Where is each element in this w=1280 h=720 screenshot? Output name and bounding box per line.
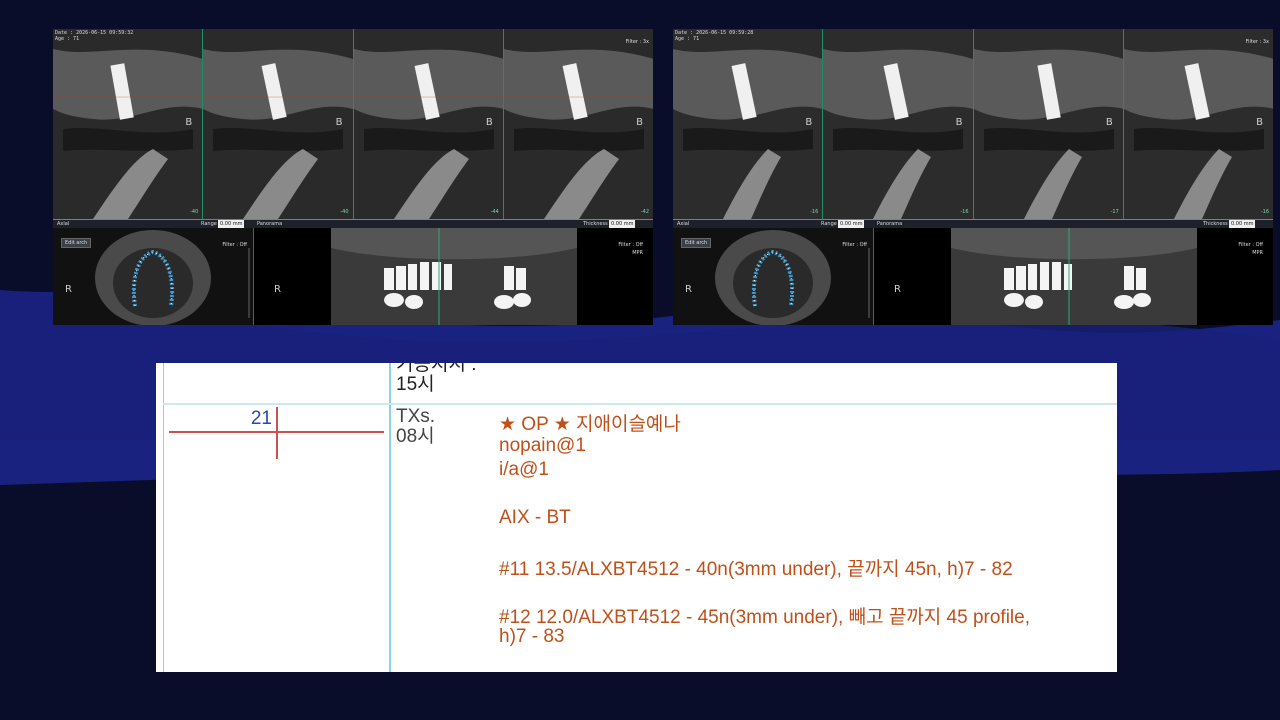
cross-section-slice[interactable]: B -17	[973, 29, 1124, 219]
treatment-label: TXs. 08시	[396, 406, 436, 447]
note-op-line: ★ OP ★ 지애이슬예나	[499, 414, 681, 435]
filter-off-label: Filter : Off	[222, 242, 247, 248]
cross-section-slice[interactable]: B -40	[203, 29, 354, 219]
right-side-label: R	[65, 284, 72, 295]
slice-number: -16	[960, 209, 969, 215]
slice-number: -44	[490, 209, 499, 215]
note-line: #12 12.0/ALXBT4512 - 45n(3mm under), 빼고 …	[499, 607, 1030, 628]
cross-sectional-row: Date : 2026-06-15 09:59:28 Age : 71 B -16…	[673, 29, 1273, 219]
range-input[interactable]: 0.00 mm	[218, 220, 245, 228]
axial-label: Axial	[57, 221, 70, 227]
cbct-viewer-right[interactable]: Date : 2026-06-15 09:59:28 Age : 71 B -16…	[673, 29, 1273, 325]
panorama-view[interactable]: R Filter : Off MPR	[254, 228, 653, 325]
cross-section-slice[interactable]: B -44	[353, 29, 504, 219]
slice-number: -42	[640, 209, 649, 215]
slice-number: -16	[810, 209, 819, 215]
row-divider	[163, 403, 1117, 405]
thickness-input[interactable]: 0.00 mm	[609, 220, 636, 228]
note-line: AIX - BT	[499, 507, 571, 528]
range-label: Range	[821, 221, 837, 227]
note-line: nopain@1	[499, 435, 586, 456]
right-side-label: R	[274, 284, 281, 295]
previous-entry: 기공지시 : 15시	[396, 363, 477, 395]
slice-number: -40	[340, 209, 349, 215]
buccal-label: B	[335, 117, 343, 128]
buccal-label: B	[185, 117, 193, 128]
mpr-label: MPR	[632, 250, 643, 256]
scan-meta: Date : 2026-06-15 09:59:28 Age : 71	[675, 30, 754, 42]
edit-arch-button[interactable]: Edit arch	[681, 238, 712, 248]
tooth-number[interactable]: 21	[248, 408, 272, 430]
axial-view[interactable]: Edit arch R Filter : Off	[673, 228, 874, 325]
buccal-label: B	[636, 117, 643, 128]
panorama-label: Panorama	[257, 221, 283, 227]
cross-section-slice[interactable]: Date : 2026-06-15 09:59:32 Age : 71 B -40	[53, 29, 204, 219]
buccal-label: B	[955, 117, 963, 128]
slice-number: -40	[190, 209, 199, 215]
cbct-viewer-left[interactable]: Date : 2026-06-15 09:59:32 Age : 71 B -40…	[53, 29, 653, 325]
axial-label: Axial	[677, 221, 690, 227]
panorama-view[interactable]: R Filter : Off MPR	[874, 228, 1273, 325]
filter-label: Filter : 3x	[625, 39, 649, 45]
filter-off-label: Filter : Off	[842, 242, 867, 248]
cross-section-slice[interactable]: Filter : 3x B -42	[503, 29, 653, 219]
right-side-label: R	[685, 284, 692, 295]
axial-view[interactable]: Edit arch R Filter : Off	[53, 228, 254, 325]
edit-arch-button[interactable]: Edit arch	[61, 238, 92, 248]
column-divider	[389, 363, 391, 672]
thickness-label: Thickness	[583, 221, 608, 227]
buccal-label: B	[1105, 117, 1113, 128]
buccal-label: B	[485, 117, 493, 128]
filter-off-label: Filter : Off	[1238, 242, 1263, 248]
note-line: h)7 - 83	[499, 626, 565, 647]
chart-notes-panel[interactable]: 기공지시 : 15시 21 TXs. 08시 ★ OP ★ 지애이슬예나 nop…	[156, 363, 1117, 672]
cross-sectional-row: Date : 2026-06-15 09:59:32 Age : 71 B -40…	[53, 29, 653, 219]
right-side-label: R	[894, 284, 901, 295]
range-label: Range	[201, 221, 217, 227]
filter-label: Filter : 3x	[1245, 39, 1269, 45]
buccal-label: B	[805, 117, 813, 128]
cross-section-slice[interactable]: Filter : 3x B -16	[1123, 29, 1273, 219]
slice-number: -17	[1110, 209, 1119, 215]
filter-off-label: Filter : Off	[618, 242, 643, 248]
buccal-label: B	[1256, 117, 1263, 128]
note-line: i/a@1	[499, 459, 549, 480]
cross-section-slice[interactable]: Date : 2026-06-15 09:59:28 Age : 71 B -16	[673, 29, 824, 219]
thickness-label: Thickness	[1203, 221, 1228, 227]
mpr-label: MPR	[1252, 250, 1263, 256]
scan-meta: Date : 2026-06-15 09:59:32 Age : 71	[55, 30, 134, 42]
thickness-input[interactable]: 0.00 mm	[1229, 220, 1256, 228]
column-divider	[163, 363, 164, 672]
panorama-label: Panorama	[877, 221, 903, 227]
range-input[interactable]: 0.00 mm	[838, 220, 865, 228]
note-line: #11 13.5/ALXBT4512 - 40n(3mm under), 끝까지…	[499, 559, 1013, 580]
tooth-chart-cross-vertical	[276, 407, 278, 459]
cross-section-slice[interactable]: B -16	[823, 29, 974, 219]
slice-number: -16	[1260, 209, 1269, 215]
